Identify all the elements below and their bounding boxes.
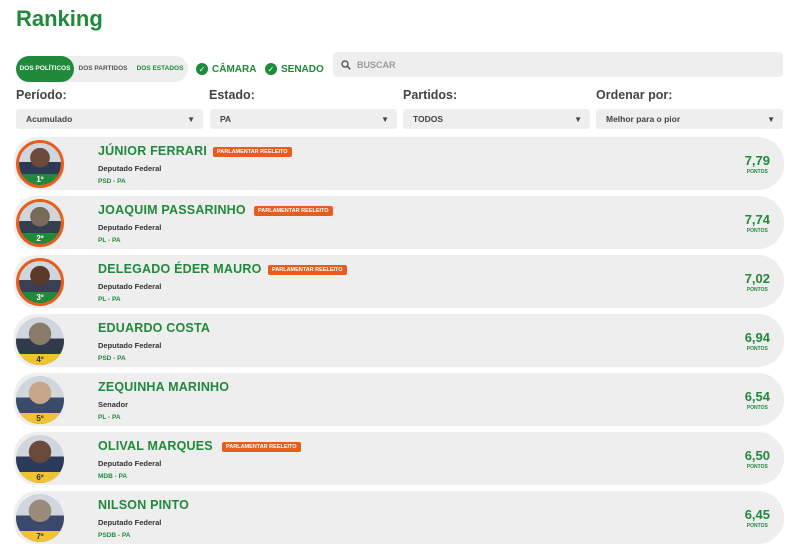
estado-select[interactable]: PA ▼	[210, 109, 397, 129]
rank-position: 2º	[19, 233, 61, 244]
politician-role: Deputado Federal	[98, 282, 162, 291]
avatar: 3º	[16, 258, 64, 306]
periodo-value: Acumulado	[26, 114, 73, 124]
avatar: 7º	[16, 494, 64, 542]
search-bar	[333, 52, 783, 77]
rank-position: 4º	[16, 354, 64, 365]
partidos-select[interactable]: TODOS ▼	[403, 109, 590, 129]
rank-position: 3º	[19, 292, 61, 303]
rank-position: 1º	[19, 174, 61, 185]
politician-name[interactable]: EDUARDO COSTA	[98, 321, 210, 335]
check-icon: ✓	[196, 63, 208, 75]
score-value: 7,74	[744, 212, 770, 227]
politician-party: PL - PA	[98, 414, 121, 421]
tab-dos-politicos[interactable]: DOS POLÍTICOS	[16, 56, 74, 82]
ranking-row[interactable]: 4º EDUARDO COSTA Deputado Federal PSD - PA 6…	[14, 314, 784, 367]
politician-name[interactable]: NILSON PINTO	[98, 498, 189, 512]
reelected-badge: PARLAMENTAR REELEITO	[213, 147, 292, 157]
periodo-label: Período:	[16, 88, 67, 102]
partidos-value: TODOS	[413, 114, 444, 124]
reelected-badge: PARLAMENTAR REELEITO	[254, 206, 333, 216]
chevron-down-icon: ▼	[187, 114, 195, 124]
ranking-row[interactable]: 5º ZEQUINHA MARINHO Senador PL - PA 6,54 PONT…	[14, 373, 784, 426]
score-value: 6,45	[744, 507, 770, 522]
ordenar-label: Ordenar por:	[596, 88, 673, 102]
camara-checkbox[interactable]: ✓ CÂMARA	[196, 63, 256, 75]
score: 7,02 PONTOS	[745, 271, 770, 293]
score-unit: PONTOS	[746, 287, 768, 293]
politician-name[interactable]: JÚNIOR FERRARI	[98, 144, 207, 158]
politician-name[interactable]: DELEGADO ÉDER MAURO	[98, 262, 262, 276]
chevron-down-icon: ▼	[767, 114, 775, 124]
politician-role: Senador	[98, 400, 129, 409]
search-icon	[341, 59, 351, 70]
politician-name[interactable]: JOAQUIM PASSARINHO	[98, 203, 246, 217]
score-unit: PONTOS	[746, 523, 768, 529]
politician-party: PL - PA	[98, 237, 121, 244]
score-value: 7,79	[744, 153, 770, 168]
rank-position: 6º	[16, 472, 64, 483]
score-unit: PONTOS	[746, 228, 768, 234]
politician-role: Deputado Federal	[98, 164, 162, 173]
reelected-badge: PARLAMENTAR REELEITO	[268, 265, 347, 275]
ranking-row[interactable]: 3º DELEGADO ÉDER MAURO PARLAMENTAR REELEIT…	[14, 255, 784, 308]
check-icon: ✓	[265, 63, 277, 75]
politician-role: Deputado Federal	[98, 459, 162, 468]
score-value: 6,94	[744, 330, 770, 345]
score: 7,79 PONTOS	[745, 153, 770, 175]
chevron-down-icon: ▼	[381, 114, 389, 124]
ordenar-value: Melhor para o pior	[606, 114, 681, 124]
politician-name[interactable]: OLIVAL MARQUES	[98, 439, 213, 453]
score: 6,54 PONTOS	[745, 389, 770, 411]
ranking-row[interactable]: 1º JÚNIOR FERRARI PARLAMENTAR REELEITO Depu…	[14, 137, 784, 190]
estado-value: PA	[220, 114, 232, 124]
score: 6,50 PONTOS	[745, 448, 770, 470]
ranking-row[interactable]: 7º NILSON PINTO Deputado Federal PSDB - PA 6…	[14, 491, 784, 544]
search-input[interactable]	[357, 59, 757, 70]
score-value: 6,50	[744, 448, 770, 463]
senado-label: SENADO	[281, 63, 324, 75]
politician-party: MDB - PA	[98, 473, 128, 480]
score-unit: PONTOS	[746, 405, 768, 411]
score-unit: PONTOS	[746, 169, 768, 175]
politician-party: PSD - PA	[98, 178, 126, 185]
chevron-down-icon: ▼	[574, 114, 582, 124]
politician-role: Deputado Federal	[98, 518, 162, 527]
reelected-badge: PARLAMENTAR REELEITO	[222, 442, 301, 452]
avatar: 6º	[16, 435, 64, 483]
rank-position: 5º	[16, 413, 64, 424]
ranking-type-toggle: DOS POLÍTICOS DOS PARTIDOS DOS ESTADOS	[16, 56, 188, 82]
score-unit: PONTOS	[746, 346, 768, 352]
partidos-label: Partidos:	[403, 88, 458, 102]
score: 6,45 PONTOS	[745, 507, 770, 529]
score-unit: PONTOS	[746, 464, 768, 470]
avatar: 4º	[16, 317, 64, 365]
avatar: 5º	[16, 376, 64, 424]
score-value: 6,54	[744, 389, 770, 404]
ranking-row[interactable]: 6º OLIVAL MARQUES PARLAMENTAR REELEITO Depu…	[14, 432, 784, 485]
estado-label: Estado:	[209, 88, 255, 102]
politician-role: Deputado Federal	[98, 341, 162, 350]
politician-party: PSDB - PA	[98, 532, 131, 539]
politician-role: Deputado Federal	[98, 223, 162, 232]
camara-label: CÂMARA	[212, 63, 257, 75]
politician-party: PL - PA	[98, 296, 121, 303]
avatar: 2º	[16, 199, 64, 247]
score-value: 7,02	[744, 271, 770, 286]
politician-name[interactable]: ZEQUINHA MARINHO	[98, 380, 229, 394]
page-title: Ranking	[16, 6, 103, 31]
ranking-row[interactable]: 2º JOAQUIM PASSARINHO PARLAMENTAR REELEITO…	[14, 196, 784, 249]
politician-party: PSD - PA	[98, 355, 126, 362]
score: 6,94 PONTOS	[745, 330, 770, 352]
senado-checkbox[interactable]: ✓ SENADO	[265, 63, 324, 75]
periodo-select[interactable]: Acumulado ▼	[16, 109, 203, 129]
tab-dos-partidos[interactable]: DOS PARTIDOS	[74, 56, 132, 82]
rank-position: 7º	[16, 531, 64, 542]
score: 7,74 PONTOS	[745, 212, 770, 234]
ordenar-select[interactable]: Melhor para o pior ▼	[596, 109, 783, 129]
tab-dos-estados[interactable]: DOS ESTADOS	[132, 56, 188, 82]
avatar: 1º	[16, 140, 64, 188]
